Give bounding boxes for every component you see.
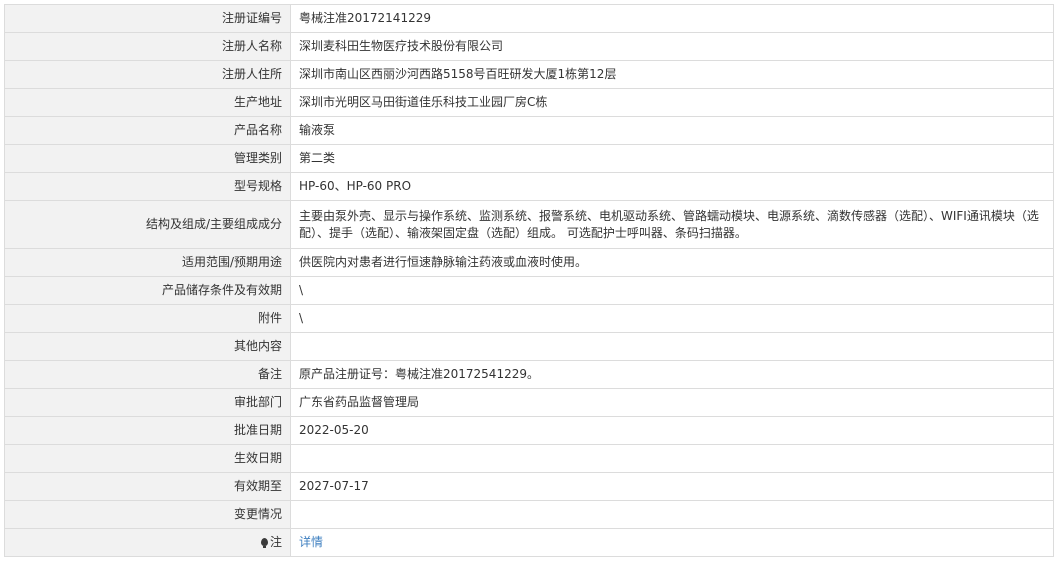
field-value: 粤械注准20172141229 <box>290 4 1054 33</box>
table-row: 生效日期 <box>4 444 1054 473</box>
field-value: 供医院内对患者进行恒速静脉输注药液或血液时使用。 <box>290 248 1054 277</box>
field-label: 生产地址 <box>4 88 291 117</box>
table-row: 附件 \ <box>4 304 1054 333</box>
table-row: 生产地址 深圳市光明区马田街道佳乐科技工业园厂房C栋 <box>4 88 1054 117</box>
table-row: 备注 原产品注册证号：粤械注准20172541229。 <box>4 360 1054 389</box>
table-row: 审批部门 广东省药品监督管理局 <box>4 388 1054 417</box>
field-value: 输液泵 <box>290 116 1054 145</box>
table-row: 管理类别 第二类 <box>4 144 1054 173</box>
field-label: 有效期至 <box>4 472 291 501</box>
field-label: 生效日期 <box>4 444 291 473</box>
registration-info-table: 注册证编号 粤械注准20172141229 注册人名称 深圳麦科田生物医疗技术股… <box>4 4 1054 557</box>
table-row: 注册人住所 深圳市南山区西丽沙河西路5158号百旺研发大厦1栋第12层 <box>4 60 1054 89</box>
field-value: \ <box>290 276 1054 305</box>
field-value: \ <box>290 304 1054 333</box>
note-value-cell: 详情 <box>290 528 1054 557</box>
field-value: 主要由泵外壳、显示与操作系统、监测系统、报警系统、电机驱动系统、管路蠕动模块、电… <box>290 200 1054 249</box>
field-value: 深圳麦科田生物医疗技术股份有限公司 <box>290 32 1054 61</box>
field-value <box>290 500 1054 529</box>
table-row: 型号规格 HP-60、HP-60 PRO <box>4 172 1054 201</box>
field-value <box>290 332 1054 361</box>
table-row: 结构及组成/主要组成成分 主要由泵外壳、显示与操作系统、监测系统、报警系统、电机… <box>4 200 1054 249</box>
field-label: 注册证编号 <box>4 4 291 33</box>
table-row: 产品名称 输液泵 <box>4 116 1054 145</box>
field-value: 2027-07-17 <box>290 472 1054 501</box>
field-value: HP-60、HP-60 PRO <box>290 172 1054 201</box>
field-label: 附件 <box>4 304 291 333</box>
table-row: 产品储存条件及有效期 \ <box>4 276 1054 305</box>
field-label: 型号规格 <box>4 172 291 201</box>
details-link[interactable]: 详情 <box>299 535 323 549</box>
lightbulb-icon <box>260 538 268 548</box>
field-value: 第二类 <box>290 144 1054 173</box>
field-label: 适用范围/预期用途 <box>4 248 291 277</box>
field-label: 审批部门 <box>4 388 291 417</box>
field-value: 深圳市光明区马田街道佳乐科技工业园厂房C栋 <box>290 88 1054 117</box>
registration-info-panel: 注册证编号 粤械注准20172141229 注册人名称 深圳麦科田生物医疗技术股… <box>4 4 1054 557</box>
table-row: 注册人名称 深圳麦科田生物医疗技术股份有限公司 <box>4 32 1054 61</box>
note-label-cell: 注 <box>4 528 291 557</box>
field-value: 广东省药品监督管理局 <box>290 388 1054 417</box>
field-label: 注册人名称 <box>4 32 291 61</box>
table-row: 适用范围/预期用途 供医院内对患者进行恒速静脉输注药液或血液时使用。 <box>4 248 1054 277</box>
note-row: 注 详情 <box>4 528 1054 557</box>
field-label: 产品名称 <box>4 116 291 145</box>
table-row: 变更情况 <box>4 500 1054 529</box>
field-label: 其他内容 <box>4 332 291 361</box>
field-label: 结构及组成/主要组成成分 <box>4 200 291 249</box>
table-row: 批准日期 2022-05-20 <box>4 416 1054 445</box>
note-label: 注 <box>269 535 282 549</box>
field-label: 产品储存条件及有效期 <box>4 276 291 305</box>
table-row: 其他内容 <box>4 332 1054 361</box>
field-value: 原产品注册证号：粤械注准20172541229。 <box>290 360 1054 389</box>
field-value: 2022-05-20 <box>290 416 1054 445</box>
field-label: 注册人住所 <box>4 60 291 89</box>
field-label: 批准日期 <box>4 416 291 445</box>
table-row: 有效期至 2027-07-17 <box>4 472 1054 501</box>
table-row: 注册证编号 粤械注准20172141229 <box>4 4 1054 33</box>
field-label: 管理类别 <box>4 144 291 173</box>
field-value: 深圳市南山区西丽沙河西路5158号百旺研发大厦1栋第12层 <box>290 60 1054 89</box>
field-value <box>290 444 1054 473</box>
field-label: 备注 <box>4 360 291 389</box>
field-label: 变更情况 <box>4 500 291 529</box>
